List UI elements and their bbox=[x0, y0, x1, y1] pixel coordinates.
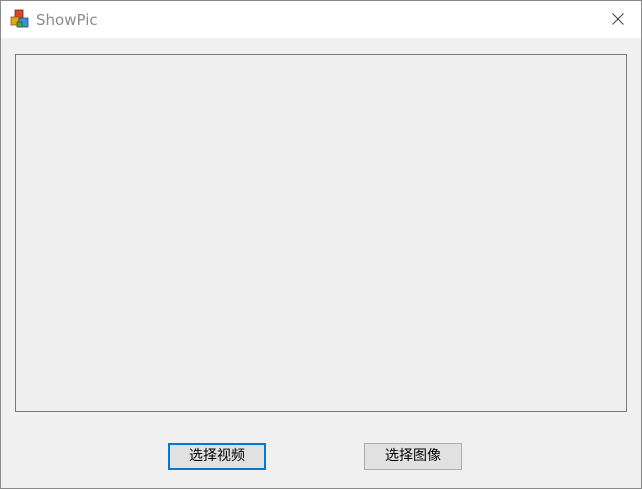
close-icon bbox=[612, 13, 624, 25]
select-image-button[interactable]: 选择图像 bbox=[364, 443, 462, 470]
showpic-window: ShowPic 选择视频 选择图像 bbox=[0, 0, 642, 489]
window-title: ShowPic bbox=[36, 11, 98, 29]
picture-display-area bbox=[15, 54, 627, 412]
select-video-button[interactable]: 选择视频 bbox=[168, 443, 266, 470]
close-button[interactable] bbox=[595, 1, 641, 38]
app-cubes-icon bbox=[10, 9, 30, 29]
title-bar[interactable]: ShowPic bbox=[1, 1, 641, 38]
